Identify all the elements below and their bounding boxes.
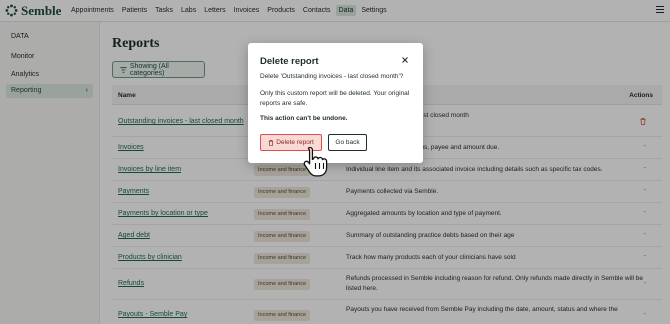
close-icon[interactable]: [401, 56, 409, 64]
hand-pointer-icon: [303, 146, 328, 177]
go-back-label: Go back: [335, 139, 360, 146]
dialog-question: Delete 'Outstanding invoices - last clos…: [260, 73, 404, 80]
dialog-info: Only this custom report will be deleted.…: [260, 90, 410, 107]
delete-report-dialog: Delete report Delete 'Outstanding invoic…: [248, 43, 423, 163]
dialog-title: Delete report: [260, 56, 319, 67]
trash-icon: [269, 139, 274, 146]
go-back-button[interactable]: Go back: [328, 134, 367, 151]
dialog-warning: This action can't be undone.: [260, 115, 348, 122]
